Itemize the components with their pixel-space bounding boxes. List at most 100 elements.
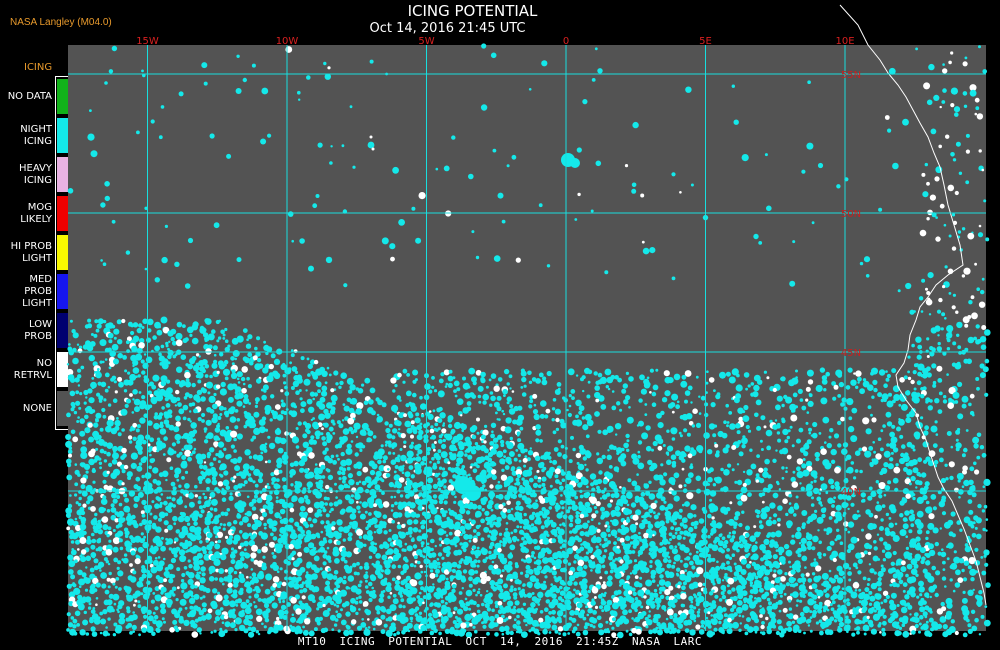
icing-cell: [555, 508, 559, 512]
icing-cell: [299, 238, 305, 244]
icing-cell: [517, 405, 523, 411]
icing-cell: [634, 485, 641, 492]
icing-cell: [846, 548, 852, 554]
icing-cell: [127, 476, 132, 480]
icing-cell: [916, 496, 924, 504]
icing-cell: [805, 386, 811, 392]
icing-cell: [227, 454, 232, 459]
icing-cell: [118, 502, 123, 507]
icing-cell: [274, 404, 281, 410]
icing-cell: [382, 455, 388, 461]
icing-cell: [868, 563, 872, 566]
icing-cell: [448, 568, 452, 572]
icing-cell: [391, 404, 399, 412]
icing-cell: [766, 376, 770, 380]
icing-cell: [173, 450, 177, 454]
icing-cell: [350, 397, 358, 405]
icing-cell: [347, 417, 355, 425]
icing-cell: [620, 503, 623, 507]
icing-cell: [236, 54, 240, 58]
icing-cell: [83, 463, 91, 470]
icing-cell: [641, 432, 649, 440]
icing-cell: [460, 423, 467, 431]
icing-cell: [119, 546, 124, 551]
icing-cell: [69, 319, 73, 323]
icing-cell: [877, 558, 881, 561]
icing-cell: [629, 572, 633, 575]
icing-cell: [791, 408, 796, 413]
icing-cell: [924, 425, 929, 431]
icing-cell: [806, 439, 812, 445]
icing-cell: [121, 469, 126, 474]
icing-cell: [937, 378, 943, 383]
icing-cell: [279, 567, 283, 571]
icing-cell: [441, 428, 447, 434]
icing-cell: [451, 439, 456, 445]
icing-cell: [252, 480, 256, 484]
icing-cell: [375, 470, 382, 477]
icing-cell: [227, 396, 234, 403]
icing-cell: [546, 370, 552, 377]
icing-cell: [791, 377, 799, 385]
icing-cell: [857, 376, 862, 382]
icing-cell: [666, 459, 672, 466]
icing-cell: [298, 389, 302, 392]
icing-cell: [326, 546, 330, 550]
icing-cell: [808, 431, 812, 435]
icing-cell: [117, 339, 123, 345]
icing-cell: [754, 412, 759, 418]
icing-cell: [111, 343, 119, 351]
icing-cell: [551, 524, 554, 528]
icing-cell: [400, 433, 406, 439]
icing-cell: [707, 534, 711, 539]
icing-cell: [220, 329, 225, 335]
icing-cell: [690, 504, 697, 511]
icing-cell: [349, 105, 353, 109]
icing-cell: [398, 428, 401, 431]
icing-cell: [801, 510, 808, 516]
icing-cell: [462, 376, 466, 381]
icing-cell: [111, 219, 116, 224]
icing-cell: [728, 411, 733, 415]
icing-cell: [538, 203, 543, 208]
icing-cell: [944, 317, 947, 320]
icing-cell: [103, 450, 107, 455]
icing-cell: [535, 529, 539, 532]
icing-cell: [707, 476, 713, 483]
icing-cell: [198, 496, 202, 500]
icing-cell: [140, 510, 145, 515]
icing-cell: [392, 389, 396, 393]
icing-cell: [234, 465, 241, 472]
icing-cell: [217, 336, 222, 340]
icing-cell: [341, 471, 346, 476]
icing-cell: [242, 328, 248, 333]
icing-cell: [515, 257, 521, 263]
icing-cell: [502, 388, 508, 395]
icing-cell: [319, 567, 323, 571]
icing-cell: [167, 563, 174, 570]
icing-cell: [590, 209, 594, 213]
icing-cell: [480, 469, 487, 476]
icing-cell: [630, 502, 637, 508]
icing-cell: [606, 528, 611, 533]
icing-cell: [544, 498, 549, 503]
icing-cell: [948, 60, 952, 65]
icing-cell: [298, 98, 301, 101]
icing-cell: [412, 369, 419, 376]
icing-cell: [577, 559, 585, 567]
icing-cell: [243, 564, 249, 569]
icing-cell: [892, 399, 896, 404]
icing-cell: [746, 469, 753, 476]
icing-cell: [454, 544, 458, 548]
icing-cell: [288, 517, 294, 523]
icing-cell: [820, 504, 823, 507]
icing-cell: [369, 438, 373, 442]
icing-cell: [67, 188, 74, 194]
icing-cell: [414, 467, 422, 475]
icing-cell: [242, 532, 249, 540]
icing-cell: [622, 499, 629, 505]
icing-cell: [238, 545, 242, 550]
icing-cell: [176, 567, 181, 572]
icing-cell: [426, 446, 432, 452]
icing-cell: [237, 505, 245, 513]
